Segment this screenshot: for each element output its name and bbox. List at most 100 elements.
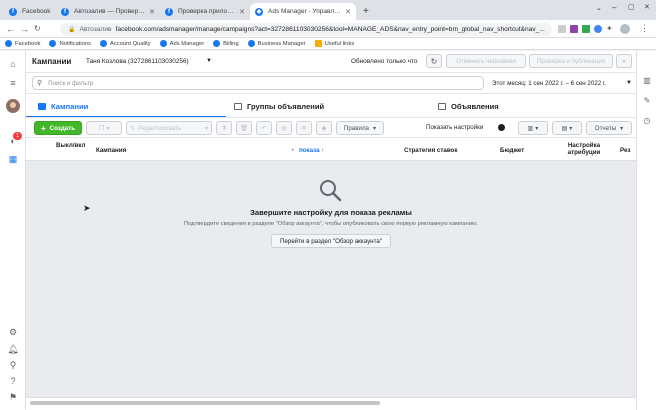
- home-icon[interactable]: ⌂: [6, 58, 20, 70]
- undo-button[interactable]: ↶: [256, 121, 272, 135]
- bookmark-ads-manager[interactable]: Ads Manager: [159, 40, 204, 47]
- close-tab-icon[interactable]: ✕: [345, 8, 351, 16]
- column-campaign[interactable]: Кампания: [96, 147, 126, 154]
- profile-avatar[interactable]: [620, 24, 630, 34]
- bookmark-useful-links[interactable]: Useful links: [314, 40, 354, 47]
- delete-button[interactable]: 🗑︎: [236, 121, 252, 135]
- trash-icon: 🗑︎: [240, 125, 248, 132]
- chevron-down-icon: ▾: [204, 124, 208, 132]
- clock-icon[interactable]: ◷: [641, 115, 653, 127]
- edit-icon[interactable]: ✎: [641, 95, 653, 107]
- column-delivery[interactable]: показа ↑: [299, 147, 324, 154]
- duplicate-icon: ❐ ▾: [98, 124, 110, 132]
- columns-button[interactable]: ▥ ▾: [518, 121, 548, 135]
- review-publish-button[interactable]: Проверка и публикация: [529, 54, 613, 68]
- extensions-puzzle-icon[interactable]: ✦: [606, 24, 613, 33]
- date-range-picker[interactable]: Этот месяц: 1 сен 2022 г. – 6 сен 2022 г…: [492, 76, 632, 90]
- new-tab-button[interactable]: +: [358, 3, 374, 20]
- comment-icon: ✉: [301, 124, 307, 132]
- search-icon: ⚲: [37, 80, 43, 87]
- close-tab-icon[interactable]: ✕: [239, 8, 245, 16]
- tab-ad-sets[interactable]: Группы объявлений: [234, 94, 324, 118]
- facebook-icon: [159, 40, 167, 47]
- column-bid-strategy[interactable]: Стратегия ставок: [404, 147, 457, 154]
- window-close-icon[interactable]: ✕: [644, 3, 650, 11]
- close-tab-icon[interactable]: ✕: [149, 8, 155, 16]
- tab-search-icon[interactable]: ⌄: [596, 4, 602, 12]
- campaigns-grid-icon[interactable]: ▦: [6, 153, 20, 165]
- ab-test-button[interactable]: ⚗: [216, 121, 232, 135]
- extension-icon[interactable]: [570, 25, 578, 33]
- notifications-bell-icon[interactable]: 🔔︎: [6, 343, 20, 355]
- bookmark-billing[interactable]: Billing: [213, 40, 239, 47]
- column-results[interactable]: Рез: [620, 147, 631, 154]
- view-settings-toggle[interactable]: [498, 124, 505, 131]
- folder-icon: [314, 40, 322, 47]
- browser-tab-autozaliv[interactable]: f Автозалив — Проверка прил... ✕: [56, 3, 160, 20]
- extension-icon[interactable]: [582, 25, 590, 33]
- bookmark-facebook[interactable]: Facebook: [5, 40, 40, 47]
- browser-tab-app-review[interactable]: f Проверка приложения ✕: [160, 3, 250, 20]
- column-toggle[interactable]: Выкл/вкл: [56, 142, 86, 149]
- chart-icon[interactable]: ▥: [641, 75, 653, 87]
- columns-icon: ▥ ▾: [527, 124, 539, 132]
- reload-icon[interactable]: ↻: [34, 23, 41, 35]
- chevron-down-icon: ▾: [622, 57, 626, 65]
- avatar[interactable]: [6, 99, 20, 113]
- resize-handle[interactable]: ◂: [291, 147, 294, 153]
- facebook-icon: [100, 40, 108, 47]
- browser-menu-icon[interactable]: ⋮: [640, 23, 649, 34]
- chevron-down-icon: ▾: [620, 124, 624, 132]
- duplicate-button[interactable]: ❐ ▾: [86, 121, 122, 135]
- account-overview-button[interactable]: Перейти в раздел "Обзор аккаунта": [271, 234, 391, 248]
- settings-gear-icon[interactable]: ⚙: [6, 326, 20, 338]
- facebook-icon: [5, 40, 12, 47]
- comment-button[interactable]: ✉: [296, 121, 312, 135]
- scrollbar-thumb[interactable]: [30, 401, 380, 405]
- back-icon[interactable]: ←: [6, 23, 15, 35]
- extension-icon[interactable]: [558, 25, 566, 33]
- bug-report-icon[interactable]: ⚑: [6, 391, 20, 403]
- publish-dropdown-button[interactable]: ▾: [616, 54, 632, 68]
- column-attribution[interactable]: Настройка атрибуции: [564, 142, 604, 156]
- notification-badge: 1: [13, 132, 22, 140]
- search-icon[interactable]: ⚲: [6, 359, 20, 371]
- browser-tab-facebook[interactable]: f Facebook: [4, 3, 56, 20]
- flask-icon: ⚗: [221, 124, 227, 132]
- rules-button[interactable]: Правила ▾: [336, 121, 384, 135]
- breakdown-button[interactable]: ▤ ▾: [552, 121, 582, 135]
- discard-drafts-button[interactable]: Отменить черновики: [446, 54, 526, 68]
- bookmark-notifications[interactable]: Notifications: [49, 40, 91, 47]
- horizontal-scrollbar[interactable]: [26, 397, 636, 410]
- tag-button[interactable]: ◆: [316, 121, 332, 135]
- maximize-icon[interactable]: ▢: [628, 3, 635, 11]
- tab-ads[interactable]: Объявления: [438, 94, 499, 118]
- mouse-cursor-icon: ➤: [83, 203, 91, 213]
- tab-campaigns[interactable]: Кампании: [38, 94, 88, 118]
- bookmark-business-manager[interactable]: Business Manager: [247, 40, 306, 47]
- refresh-icon: ↻: [430, 56, 438, 66]
- reports-button[interactable]: Отчеты ▾: [586, 121, 632, 135]
- browser-tab-ads-manager[interactable]: ◆ Ads Manager - Управление ре... ✕: [250, 3, 356, 20]
- url-text: facebook.com/adsmanager/manage/campaigns…: [115, 26, 545, 33]
- table-header: Выкл/вкл Кампания ◂ показа ↑ Стратегия с…: [26, 137, 636, 161]
- help-icon[interactable]: ?: [6, 375, 20, 387]
- search-input[interactable]: ⚲ Поиск и фильтр: [32, 76, 484, 90]
- lock-button[interactable]: ◍: [276, 121, 292, 135]
- extension-icon[interactable]: [594, 25, 602, 33]
- refresh-button[interactable]: ↻: [426, 54, 442, 68]
- ads-left-nav: ⌂ ≡ ✎ ◐ 1 ▦ ⚙ 🔔︎ ⚲ ? ⚑: [0, 51, 26, 410]
- empty-state-description: Подтвердите сведения в разделе "Обзор ак…: [184, 221, 478, 227]
- url-field[interactable]: 🔒 Автозалив facebook.com/adsmanager/mana…: [60, 23, 552, 36]
- edit-button[interactable]: ✎ Редактировать ▾: [126, 121, 212, 135]
- menu-icon[interactable]: ≡: [6, 77, 20, 89]
- column-budget[interactable]: Бюджет: [500, 147, 524, 154]
- forward-icon[interactable]: →: [20, 23, 29, 35]
- actions-toolbar: + Создать ❐ ▾ ✎ Редактировать ▾ ⚗ 🗑︎ ↶ ◍…: [26, 117, 636, 137]
- bookmark-account-quality[interactable]: Account Quality: [100, 40, 151, 47]
- tab-title: Ads Manager - Управление ре...: [268, 8, 342, 15]
- create-button[interactable]: + Создать: [34, 121, 82, 135]
- account-selector[interactable]: Таня Козлова (3272861103030256) ▼: [84, 54, 216, 68]
- minimize-icon[interactable]: –: [612, 3, 616, 12]
- tab-title: Автозалив — Проверка прил...: [74, 8, 145, 15]
